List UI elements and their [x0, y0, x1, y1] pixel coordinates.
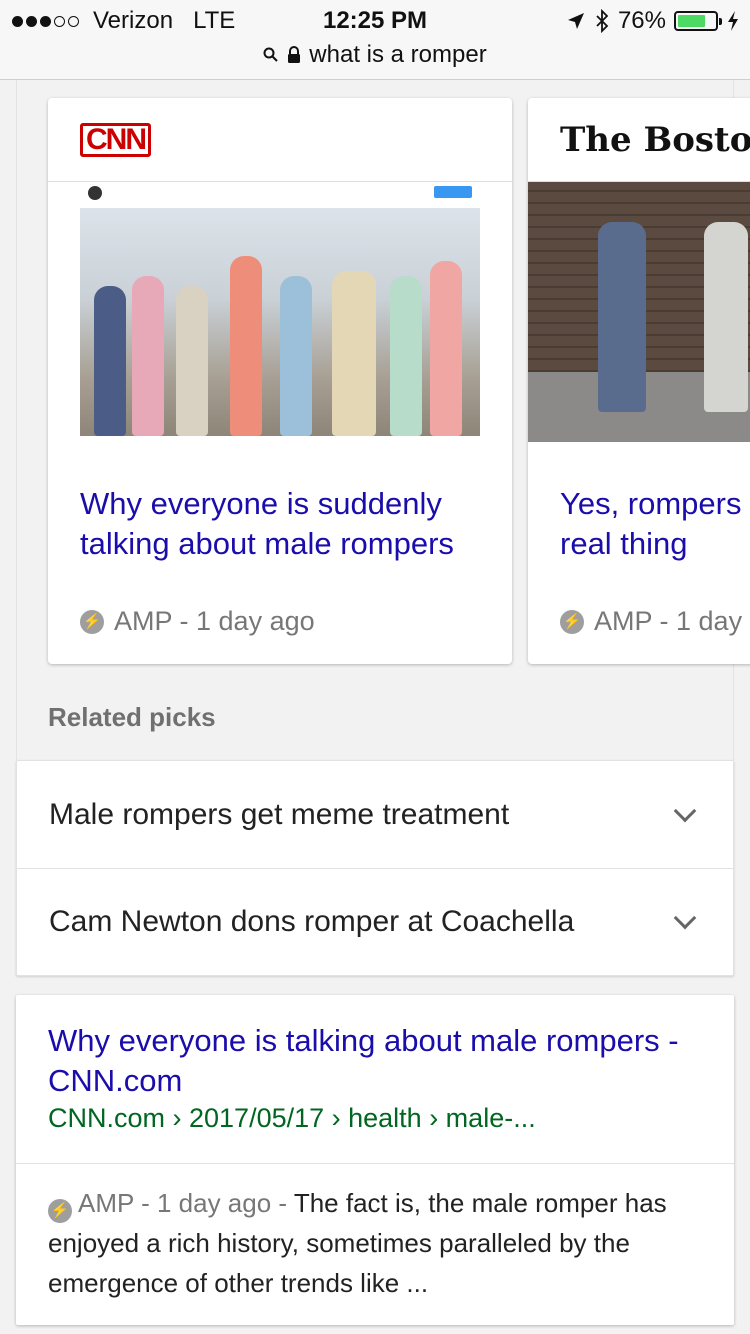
- url-bar[interactable]: what is a romper: [0, 40, 750, 70]
- story-meta-text: AMP - 1 day: [594, 606, 743, 636]
- status-bar: Verizon LTE 12:25 PM 76%: [0, 0, 750, 40]
- story-thumbnail: [48, 182, 512, 442]
- related-pick-label: Male rompers get meme treatment: [49, 797, 510, 831]
- source-logo-area: CNN: [48, 98, 512, 182]
- related-pick-label: Cam Newton dons romper at Coachella: [49, 905, 575, 938]
- amp-bolt-icon: ⚡: [560, 609, 584, 634]
- related-picks-list: Male rompers get meme treatment Cam Newt…: [16, 760, 734, 976]
- story-headline[interactable]: Why everyone is suddenly talking about m…: [80, 484, 490, 564]
- result-meta: AMP - 1 day ago -: [78, 1188, 294, 1218]
- location-arrow-icon: [567, 13, 584, 29]
- divider: [16, 1163, 734, 1164]
- brick-wall-photo: [528, 182, 750, 442]
- story-headline[interactable]: Yes, rompers real thing: [560, 484, 750, 564]
- lock-icon: [288, 46, 301, 63]
- related-picks-heading: Related picks: [48, 702, 216, 732]
- amp-bolt-icon: ⚡: [80, 609, 104, 634]
- related-pick-item[interactable]: Male rompers get meme treatment: [17, 761, 733, 868]
- url-query: what is a romper: [309, 41, 487, 68]
- result-title-link[interactable]: Why everyone is talking about male rompe…: [48, 1021, 708, 1101]
- search-result-card: Why everyone is talking about male rompe…: [16, 995, 734, 1325]
- source-logo-area: The Boston Gl: [528, 98, 750, 182]
- group-photo: [80, 208, 480, 436]
- story-meta-text: AMP - 1 day ago: [114, 606, 315, 636]
- search-icon: [263, 47, 279, 62]
- embedded-post-header: [80, 182, 480, 208]
- story-meta: ⚡ AMP - 1 day ago: [80, 606, 315, 637]
- story-card[interactable]: The Boston Gl Yes, rompers real thing ⚡ …: [528, 98, 750, 664]
- amp-bolt-icon: ⚡: [48, 1198, 72, 1223]
- result-breadcrumb: CNN.com › 2017/05/17 › health › male-...: [48, 1103, 536, 1133]
- boston-globe-logo: The Boston Gl: [560, 119, 750, 160]
- chevron-down-icon[interactable]: [673, 799, 697, 822]
- charging-bolt-icon: [728, 11, 738, 31]
- cnn-logo: CNN: [80, 122, 151, 157]
- bluetooth-icon: [596, 9, 609, 33]
- battery-percent: 76%: [617, 7, 666, 34]
- chevron-down-icon[interactable]: [673, 906, 697, 930]
- result-snippet: ⚡ AMP - 1 day ago - The fact is, the male…: [48, 1183, 708, 1303]
- browser-top-bar: Verizon LTE 12:25 PM 76% what is a rompe…: [0, 0, 750, 80]
- story-thumbnail: [528, 182, 750, 442]
- story-card[interactable]: CNN Why everyone is suddenly talking abo…: [48, 98, 512, 664]
- story-meta: ⚡ AMP - 1 day: [560, 606, 742, 637]
- related-pick-item[interactable]: Cam Newton dons romper at Coachella: [17, 868, 733, 975]
- top-stories-carousel[interactable]: CNN Why everyone is suddenly talking abo…: [0, 80, 750, 680]
- battery-icon: [674, 11, 722, 31]
